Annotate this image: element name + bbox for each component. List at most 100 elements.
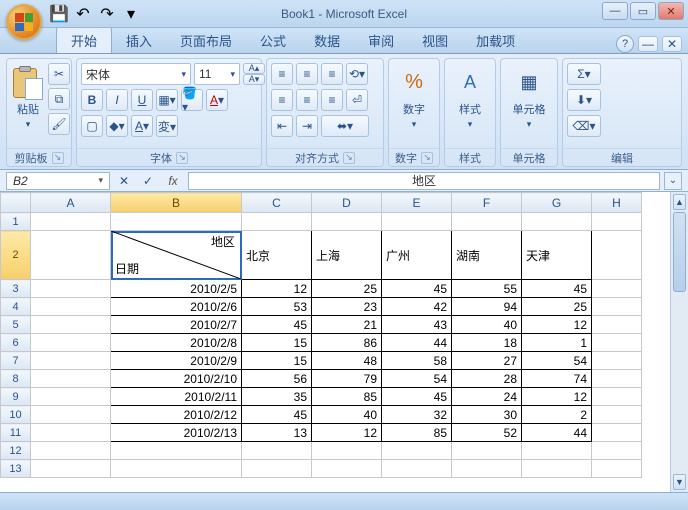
scroll-down-icon[interactable]: ▼ [673, 474, 686, 490]
tab-insert[interactable]: 插入 [112, 27, 166, 53]
cell-E8[interactable]: 54 [382, 370, 452, 388]
align-bottom-button[interactable]: ≡ [321, 63, 343, 85]
font-launcher[interactable]: ↘ [176, 152, 188, 164]
cell-A7[interactable] [31, 352, 111, 370]
cell-G7[interactable]: 54 [522, 352, 592, 370]
clear-button[interactable]: ⌫▾ [567, 115, 601, 137]
cell-D12[interactable] [312, 442, 382, 460]
autosum-button[interactable]: Σ▾ [567, 63, 601, 85]
cell-B1[interactable] [111, 213, 242, 231]
cell-C9[interactable]: 35 [242, 388, 312, 406]
cell-H6[interactable] [592, 334, 642, 352]
cell-E7[interactable]: 58 [382, 352, 452, 370]
font-color-button[interactable]: A▾ [206, 89, 228, 111]
decrease-font-button[interactable]: A▾ [243, 74, 265, 85]
cut-button[interactable]: ✂ [48, 63, 70, 85]
ribbon-minimize[interactable]: ― [638, 36, 658, 52]
tab-data[interactable]: 数据 [300, 27, 354, 53]
cell-B8[interactable]: 2010/2/10 [111, 370, 242, 388]
formula-input[interactable]: 地区 [188, 172, 660, 190]
worksheet-grid[interactable]: ABCDEFGH12地区日期北京上海广州湖南天津32010/2/51225455… [0, 192, 688, 492]
align-left-button[interactable]: ≡ [271, 89, 293, 111]
cell-C12[interactable] [242, 442, 312, 460]
cell-G3[interactable]: 45 [522, 280, 592, 298]
font-size-combo[interactable]: 11▾ [194, 63, 240, 85]
scroll-thumb[interactable] [673, 212, 686, 292]
cell-H7[interactable] [592, 352, 642, 370]
cell-D2[interactable]: 上海 [312, 231, 382, 280]
fx-icon[interactable]: fx [162, 174, 184, 188]
row-header-10[interactable]: 10 [1, 406, 31, 424]
align-middle-button[interactable]: ≡ [296, 63, 318, 85]
cell-E9[interactable]: 45 [382, 388, 452, 406]
cell-B13[interactable] [111, 460, 242, 478]
align-right-button[interactable]: ≡ [321, 89, 343, 111]
cell-A8[interactable] [31, 370, 111, 388]
cell-E13[interactable] [382, 460, 452, 478]
cell-E2[interactable]: 广州 [382, 231, 452, 280]
row-header-13[interactable]: 13 [1, 460, 31, 478]
merge-center-button[interactable]: ⬌▾ [321, 115, 369, 137]
cell-A6[interactable] [31, 334, 111, 352]
border-outside-button[interactable]: ▢ [81, 115, 103, 137]
tab-page-layout[interactable]: 页面布局 [166, 27, 246, 53]
cell-D5[interactable]: 21 [312, 316, 382, 334]
row-header-2[interactable]: 2 [1, 231, 31, 280]
cell-D6[interactable]: 86 [312, 334, 382, 352]
cell-styles-button[interactable]: A 样式 ▾ [449, 63, 491, 133]
cell-H11[interactable] [592, 424, 642, 442]
cell-F1[interactable] [452, 213, 522, 231]
cell-D10[interactable]: 40 [312, 406, 382, 424]
workbook-close[interactable]: ✕ [662, 36, 682, 52]
font-color-2-button[interactable]: A▾ [131, 115, 153, 137]
minimize-button[interactable]: ― [602, 2, 628, 20]
wrap-text-button[interactable]: ⏎ [346, 89, 368, 111]
cell-A1[interactable] [31, 213, 111, 231]
cell-C7[interactable]: 15 [242, 352, 312, 370]
cell-A10[interactable] [31, 406, 111, 424]
tab-view[interactable]: 视图 [408, 27, 462, 53]
cell-A13[interactable] [31, 460, 111, 478]
decrease-indent-button[interactable]: ⇤ [271, 115, 293, 137]
cell-F4[interactable]: 94 [452, 298, 522, 316]
row-header-8[interactable]: 8 [1, 370, 31, 388]
tab-addins[interactable]: 加载项 [462, 27, 529, 53]
name-box[interactable]: B2▾ [6, 172, 110, 190]
cell-A9[interactable] [31, 388, 111, 406]
cell-G1[interactable] [522, 213, 592, 231]
cell-F8[interactable]: 28 [452, 370, 522, 388]
redo-button[interactable]: ↷ [96, 3, 118, 25]
cell-D7[interactable]: 48 [312, 352, 382, 370]
cell-F6[interactable]: 18 [452, 334, 522, 352]
clipboard-launcher[interactable]: ↘ [52, 152, 64, 164]
cell-F2[interactable]: 湖南 [452, 231, 522, 280]
underline-button[interactable]: U [131, 89, 153, 111]
cell-F10[interactable]: 30 [452, 406, 522, 424]
number-format-button[interactable]: % 数字 ▾ [393, 63, 435, 133]
cell-B7[interactable]: 2010/2/9 [111, 352, 242, 370]
save-button[interactable]: 💾 [48, 3, 70, 25]
cell-G5[interactable]: 12 [522, 316, 592, 334]
phonetic-button[interactable]: 変▾ [156, 115, 178, 137]
cell-A11[interactable] [31, 424, 111, 442]
col-header-C[interactable]: C [242, 193, 312, 213]
cell-E5[interactable]: 43 [382, 316, 452, 334]
undo-button[interactable]: ↶ [72, 3, 94, 25]
cell-H1[interactable] [592, 213, 642, 231]
cell-B6[interactable]: 2010/2/8 [111, 334, 242, 352]
cell-H13[interactable] [592, 460, 642, 478]
cell-C5[interactable]: 45 [242, 316, 312, 334]
format-painter-button[interactable]: 🖌 [48, 113, 70, 135]
cell-G13[interactable] [522, 460, 592, 478]
close-button[interactable]: ✕ [658, 2, 684, 20]
cell-G2[interactable]: 天津 [522, 231, 592, 280]
cell-F12[interactable] [452, 442, 522, 460]
vertical-scrollbar[interactable]: ▲ ▼ [670, 192, 688, 492]
cell-D3[interactable]: 25 [312, 280, 382, 298]
office-button[interactable] [6, 4, 42, 40]
cell-H5[interactable] [592, 316, 642, 334]
scroll-up-icon[interactable]: ▲ [673, 194, 686, 210]
font-name-combo[interactable]: 宋体▾ [81, 63, 191, 85]
cell-C4[interactable]: 53 [242, 298, 312, 316]
cell-F3[interactable]: 55 [452, 280, 522, 298]
